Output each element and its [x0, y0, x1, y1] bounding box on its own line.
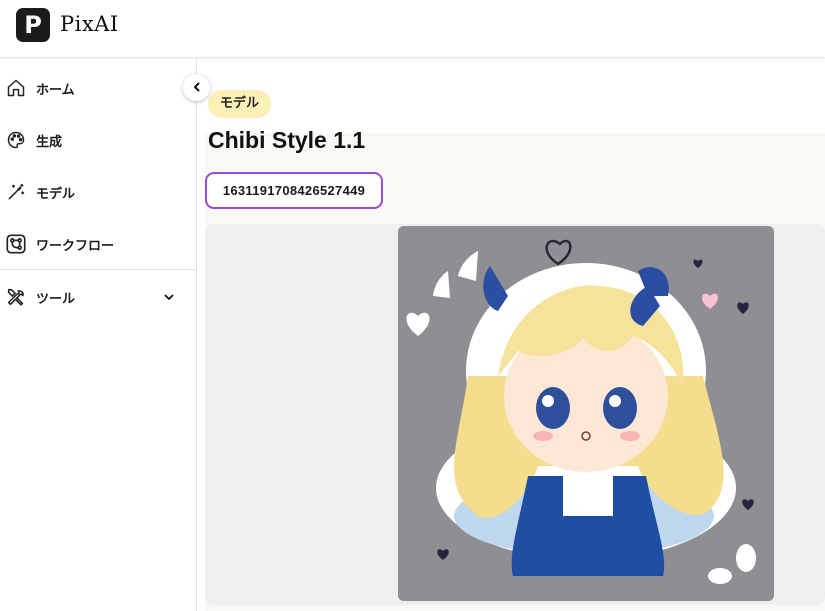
sidebar-item-label: ホーム — [36, 82, 75, 98]
app-name[interactable]: PixAI — [60, 12, 119, 36]
home-icon — [4, 76, 28, 100]
sidebar-item-label: モデル — [36, 186, 76, 202]
model-id-chip[interactable]: 1631191708426527449 — [205, 172, 383, 209]
chevron-down-icon[interactable] — [162, 290, 176, 304]
sidebar-item-generate[interactable]: 生成 — [0, 118, 196, 162]
magic-wand-icon — [4, 180, 28, 204]
model-preview-image[interactable] — [398, 226, 774, 601]
page-title: Chibi Style 1.1 — [208, 127, 366, 153]
pixai-logo-icon[interactable]: P — [16, 8, 50, 42]
sidebar-divider — [0, 269, 196, 270]
category-tag[interactable]: モデル — [208, 90, 272, 118]
top-bar: P PixAI — [0, 0, 825, 58]
collapse-sidebar-button[interactable] — [183, 74, 210, 101]
sidebar-item-label: ワークフロー — [36, 238, 115, 254]
sidebar-item-label: 生成 — [36, 134, 63, 150]
workflow-icon — [4, 232, 28, 256]
sidebar-item-workflow[interactable]: ワークフロー — [0, 222, 196, 266]
chevron-left-icon — [191, 78, 203, 97]
sidebar-item-models[interactable]: モデル — [0, 170, 196, 214]
sidebar: ホーム 生成 モデル ワークフロー ツール — [0, 59, 197, 611]
sidebar-item-home[interactable]: ホーム — [0, 66, 196, 110]
tools-icon — [4, 285, 28, 309]
sidebar-item-tools[interactable]: ツール — [0, 275, 196, 319]
sidebar-item-label: ツール — [36, 291, 76, 307]
palette-icon — [4, 128, 28, 152]
